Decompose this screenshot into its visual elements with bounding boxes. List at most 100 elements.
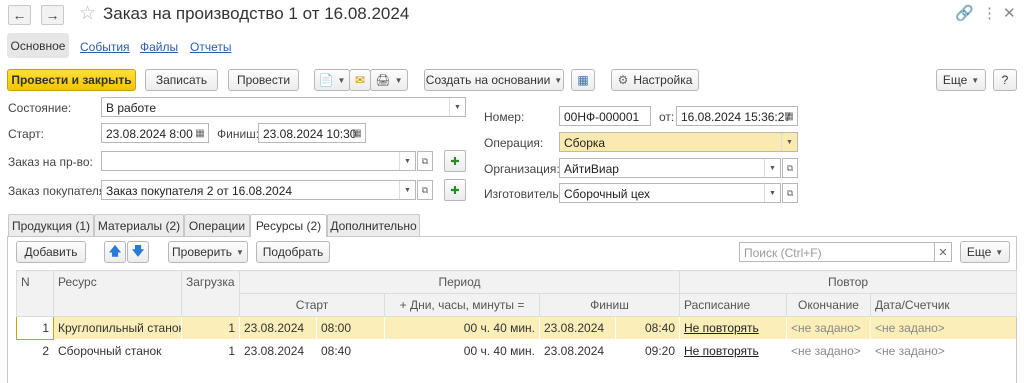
forward-button[interactable]: → (41, 5, 64, 25)
tab-operations[interactable]: Операции (184, 214, 250, 236)
chevron-down-icon: ▼ (995, 247, 1004, 257)
arrow-left-icon: ← (12, 7, 27, 23)
tab-resources[interactable]: Ресурсы (2) (250, 214, 327, 237)
maker-field[interactable]: Сборочный цех ▼ (559, 183, 781, 203)
move-up-button[interactable]: 🡅 (104, 241, 126, 263)
date-field[interactable]: 16.08.2024 15:36:27 ▦ (676, 106, 798, 126)
from-label: от: (659, 110, 675, 124)
calendar-icon[interactable]: ▦ (781, 107, 797, 125)
column-header-schedule[interactable]: Расписание (679, 293, 787, 317)
chevron-down-icon[interactable]: ▼ (764, 184, 780, 202)
hierarchy-icon: ▦ (577, 73, 589, 87)
column-header-end[interactable]: Окончание (786, 293, 871, 317)
prod-order-label: Заказ на пр-во: (8, 155, 93, 169)
open-icon[interactable]: ⧉ (417, 151, 433, 171)
organization-field[interactable]: АйтиВиар ▼ (559, 158, 781, 178)
arrow-right-icon: → (45, 7, 60, 23)
table-row[interactable]: 2 Сборочный станок 1 23.08.2024 08:40 00… (17, 340, 1017, 363)
chevron-down-icon[interactable]: ▼ (449, 98, 465, 116)
calendar-icon[interactable]: ▦ (349, 124, 365, 142)
table-row[interactable]: 1 Круглопильный станок 1 23.08.2024 08:0… (16, 316, 1017, 340)
document-menu-button[interactable]: 📄 ▼ (314, 69, 350, 91)
chevron-down-icon[interactable]: ▼ (781, 133, 797, 151)
move-down-button[interactable]: 🡇 (127, 241, 149, 263)
column-header-date-counter[interactable]: Дата/Счетчик (870, 293, 1017, 317)
section-events[interactable]: События (80, 40, 130, 54)
chevron-down-icon: ▼ (554, 75, 563, 85)
chevron-down-icon: ▼ (394, 75, 403, 85)
create-prod-order-button[interactable]: ✚ (444, 150, 466, 172)
open-icon[interactable]: ⧉ (782, 158, 798, 178)
add-document-icon: ✚ (450, 155, 460, 168)
column-header-days[interactable]: + Дни, часы, минуты = (384, 293, 540, 317)
column-group-repeat: Повтор (679, 270, 1017, 294)
more-button[interactable]: Еще ▼ (936, 69, 986, 91)
open-icon[interactable]: ⧉ (782, 183, 798, 203)
arrow-down-icon: 🡇 (131, 243, 145, 258)
column-header-resource[interactable]: Ресурс (53, 270, 182, 317)
column-header-start[interactable]: Старт (239, 293, 385, 317)
table-more-button[interactable]: Еще ▼ (960, 241, 1010, 263)
chevron-down-icon: ▼ (971, 75, 980, 85)
help-button[interactable]: ? (993, 69, 1017, 91)
post-and-close-button[interactable]: Провести и закрыть (7, 69, 136, 91)
column-header-load[interactable]: Загрузка (181, 270, 240, 317)
email-button[interactable]: ✉ (349, 69, 371, 91)
envelope-icon: ✉ (354, 73, 366, 87)
settings-button[interactable]: ⚙ Настройка (611, 69, 699, 91)
tab-products[interactable]: Продукция (1) (8, 214, 94, 236)
more-vertical-icon[interactable]: ⋮ (982, 4, 997, 22)
calendar-icon[interactable]: ▦ (192, 124, 208, 142)
favorite-star-icon[interactable]: ☆ (79, 2, 96, 25)
chevron-down-icon: ▼ (236, 247, 244, 257)
check-button[interactable]: Проверить ▼ (168, 241, 248, 263)
arrow-up-icon: 🡅 (108, 243, 122, 258)
chevron-down-icon[interactable]: ▼ (399, 181, 415, 199)
add-document-icon: ✚ (450, 184, 460, 197)
column-group-period: Период (239, 270, 680, 294)
page-title: Заказ на производство 1 от 16.08.2024 (103, 4, 410, 23)
resources-table: N Ресурс Загрузка Период Повтор Старт + … (16, 270, 1017, 363)
save-button[interactable]: Записать (145, 69, 218, 91)
link-icon[interactable]: 🔗 (955, 4, 974, 22)
tab-additional[interactable]: Дополнительно (327, 214, 420, 236)
customer-order-field[interactable]: Заказ покупателя 2 от 16.08.2024 ▼ (101, 180, 416, 200)
prod-order-field[interactable]: ▼ (101, 151, 416, 171)
finish-label: Финиш: (217, 127, 260, 141)
pick-button[interactable]: Подобрать (256, 241, 330, 263)
header-row: N Ресурс Загрузка Период Повтор (16, 270, 1017, 317)
number-field[interactable]: 00НФ-000001 (559, 106, 651, 126)
add-button[interactable]: Добавить (16, 241, 86, 263)
clear-search-icon[interactable]: ✕ (934, 242, 952, 262)
column-header-n[interactable]: N (16, 270, 54, 317)
tab-materials[interactable]: Материалы (2) (94, 214, 184, 236)
operation-field[interactable]: Сборка ▼ (559, 132, 798, 152)
open-icon[interactable]: ⧉ (417, 180, 433, 200)
post-button[interactable]: Провести (228, 69, 299, 91)
column-header-finish[interactable]: Финиш (539, 293, 680, 317)
create-customer-order-button[interactable]: ✚ (444, 179, 466, 201)
chevron-down-icon[interactable]: ▼ (399, 152, 415, 170)
start-datetime-field[interactable]: 23.08.2024 8:00 ▦ (101, 123, 209, 143)
structure-button[interactable]: ▦ (571, 69, 595, 91)
maker-label: Изготовитель: (484, 187, 562, 201)
operation-label: Операция: (484, 136, 544, 150)
start-label: Старт: (8, 127, 44, 141)
state-field[interactable]: В работе ▼ (101, 97, 466, 117)
gear-icon: ⚙ (617, 73, 629, 87)
chevron-down-icon: ▼ (337, 75, 346, 85)
back-button[interactable]: ← (8, 5, 31, 25)
document-icon: 📄 (318, 73, 334, 87)
number-label: Номер: (484, 110, 525, 124)
close-icon[interactable]: ✕ (1003, 4, 1016, 22)
print-button[interactable]: 🖨 ▼ (370, 69, 408, 91)
organization-label: Организация: (484, 162, 560, 176)
section-files[interactable]: Файлы (140, 40, 178, 54)
create-based-on-button[interactable]: Создать на основании ▼ (424, 69, 564, 91)
search-input[interactable]: Поиск (Ctrl+F) (739, 242, 936, 262)
finish-datetime-field[interactable]: 23.08.2024 10:30 ▦ (258, 123, 366, 143)
printer-icon: 🖨 (375, 73, 391, 87)
section-reports[interactable]: Отчеты (190, 40, 231, 54)
chevron-down-icon[interactable]: ▼ (764, 159, 780, 177)
section-main[interactable]: Основное (7, 33, 69, 58)
